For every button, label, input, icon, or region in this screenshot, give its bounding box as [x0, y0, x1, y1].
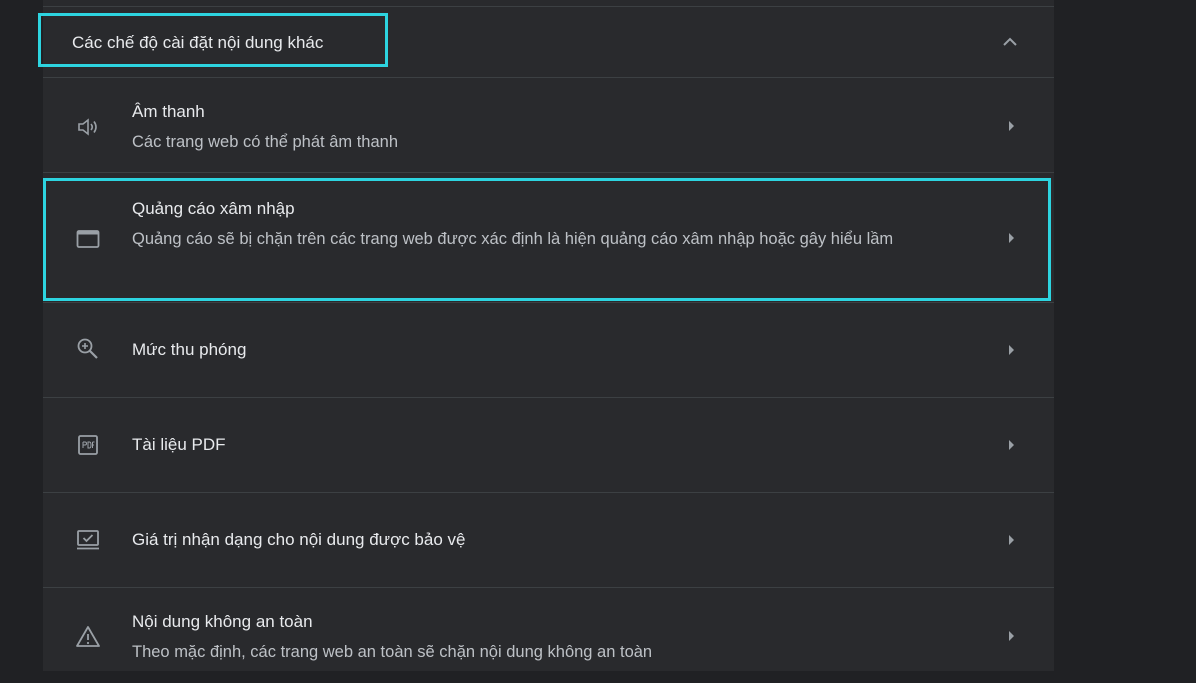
- warning-icon: [76, 626, 100, 647]
- settings-item-title: Nội dung không an toàn: [132, 612, 313, 631]
- speaker-icon: [78, 118, 97, 136]
- chevron-right-icon: [1009, 121, 1014, 131]
- chevron-right-icon: [1009, 233, 1014, 243]
- settings-item-zoom-levels[interactable]: Mức thu phóng: [43, 302, 1054, 398]
- settings-item-sound[interactable]: Âm thanh Các trang web có thể phát âm th…: [43, 77, 1054, 173]
- content-settings-panel: Các chế độ cài đặt nội dung khác Âm than…: [43, 0, 1054, 671]
- section-title: Các chế độ cài đặt nội dung khác: [72, 33, 324, 52]
- settings-item-subtitle: Theo mặc định, các trang web an toàn sẽ …: [132, 643, 653, 661]
- chevron-right-icon: [1009, 440, 1014, 450]
- protected-content-icon: [77, 530, 99, 550]
- intrusive-ads-icon: [76, 230, 100, 248]
- settings-item-subtitle: Quảng cáo sẽ bị chặn trên các trang web …: [132, 230, 894, 248]
- chevron-up-icon[interactable]: [1001, 35, 1019, 49]
- settings-item-protected-content[interactable]: Giá trị nhận dạng cho nội dung được bảo …: [43, 492, 1054, 588]
- settings-item-title: Mức thu phóng: [132, 340, 247, 359]
- pdf-icon: [78, 435, 98, 455]
- settings-item-subtitle: Các trang web có thể phát âm thanh: [132, 133, 398, 151]
- chevron-right-icon: [1009, 535, 1014, 545]
- settings-item-title: Giá trị nhận dạng cho nội dung được bảo …: [132, 530, 466, 549]
- chevron-right-icon: [1009, 631, 1014, 641]
- zoom-in-icon: [77, 338, 98, 359]
- chevron-right-icon: [1009, 345, 1014, 355]
- settings-item-pdf-documents[interactable]: Tài liệu PDF: [43, 397, 1054, 493]
- settings-item-title: Quảng cáo xâm nhập: [132, 199, 295, 218]
- additional-content-settings-header[interactable]: Các chế độ cài đặt nội dung khác: [43, 7, 1054, 77]
- settings-item-title: Tài liệu PDF: [132, 435, 226, 454]
- settings-item-intrusive-ads[interactable]: Quảng cáo xâm nhập Quảng cáo sẽ bị chặn …: [43, 172, 1054, 303]
- settings-item-title: Âm thanh: [132, 102, 205, 121]
- settings-item-insecure-content[interactable]: Nội dung không an toàn Theo mặc định, cá…: [43, 587, 1054, 683]
